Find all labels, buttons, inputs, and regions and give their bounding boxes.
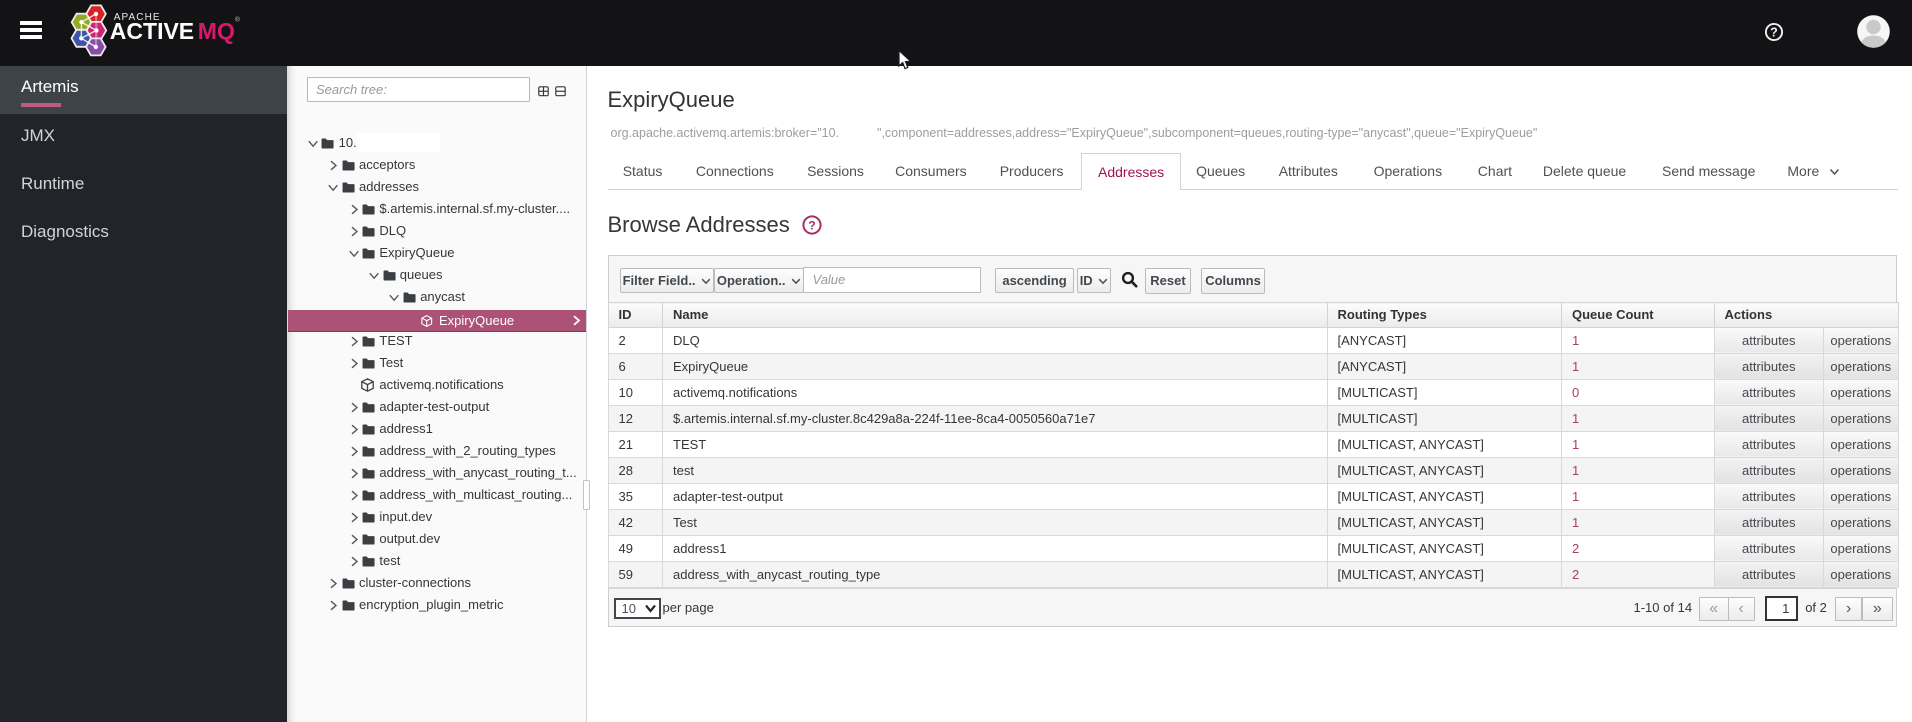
svg-text:ACTIVE: ACTIVE: [110, 18, 194, 44]
svg-text:?: ?: [808, 218, 815, 232]
svg-text:?: ?: [1770, 26, 1778, 40]
svg-text:MQ: MQ: [198, 18, 235, 44]
svg-text:®: ®: [235, 16, 240, 24]
